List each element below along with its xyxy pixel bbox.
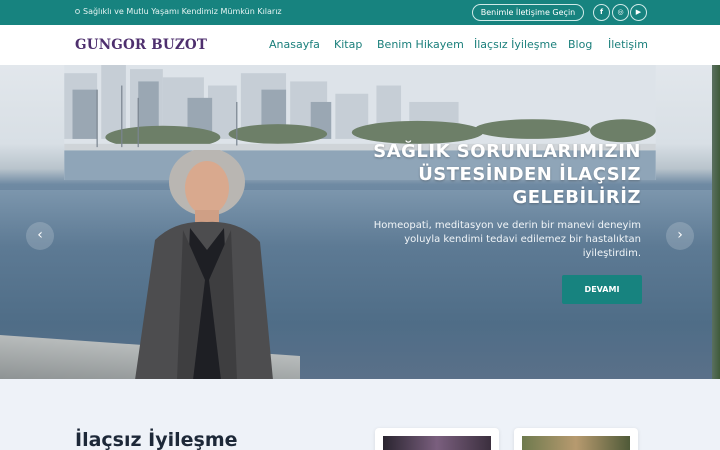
hero-slider: SAĞLIK SORUNLARIMIZIN ÜSTESİNDEN İLAÇSIZ… [0,65,720,379]
hero-subtitle-line: Homeopati, meditasyon ve derin bir manev… [373,220,641,231]
hero-subtitle-line: yoluyla kendimi tedavi edilemez bir hast… [404,234,641,245]
article-card[interactable] [375,428,499,450]
nav-anasayfa[interactable]: Anasayfa [269,38,320,51]
nav-kitap[interactable]: Kitap [334,38,362,51]
hero-edge [712,65,720,379]
hero-title-line: GELEBİLİRİZ [512,187,641,208]
card-image [383,436,491,450]
section-title: İlaçsız İyileşme [75,429,238,450]
nav-ilacsiz-iyilesme[interactable]: İlaçsız İyileşme [474,38,557,51]
instagram-icon[interactable]: ◎ [612,4,629,21]
prev-slide-arrow-icon[interactable]: ‹ [26,222,54,250]
read-more-button[interactable]: DEVAMI [562,275,642,304]
top-bar: Sağlıklı ve Mutlu Yaşamı Kendimiz Mümkün… [0,0,720,25]
tagline-text: Sağlıklı ve Mutlu Yaşamı Kendimiz Mümkün… [83,7,282,16]
card-image [522,436,630,450]
contact-me-button[interactable]: Benimle İletişime Geçin [472,4,584,21]
next-slide-arrow-icon[interactable]: › [666,222,694,250]
hero-subtitle: Homeopati, meditasyon ve derin bir manev… [341,219,641,261]
site-logo[interactable]: GUNGOR BUZOT [75,37,207,53]
site-header: GUNGOR BUZOT Anasayfa Kitap Benim Hikaye… [0,25,720,65]
hero-title-line: ÜSTESİNDEN İLAÇSIZ [418,164,641,185]
hero-title: SAĞLIK SORUNLARIMIZIN ÜSTESİNDEN İLAÇSIZ… [321,140,641,209]
hero-title-line: SAĞLIK SORUNLARIMIZIN [373,141,641,162]
nav-blog[interactable]: Blog [568,38,592,51]
hero-subtitle-line: iyileştirdim. [582,248,641,259]
tagline: Sağlıklı ve Mutlu Yaşamı Kendimiz Mümkün… [75,7,282,16]
article-card[interactable] [514,428,638,450]
bullet-icon [75,9,80,14]
nav-benim-hikayem[interactable]: Benim Hikayem [377,38,464,51]
facebook-icon[interactable]: f [593,4,610,21]
woman-portrait [135,150,273,379]
youtube-icon[interactable]: ▶ [630,4,647,21]
nav-iletisim[interactable]: İletişim [608,38,648,51]
